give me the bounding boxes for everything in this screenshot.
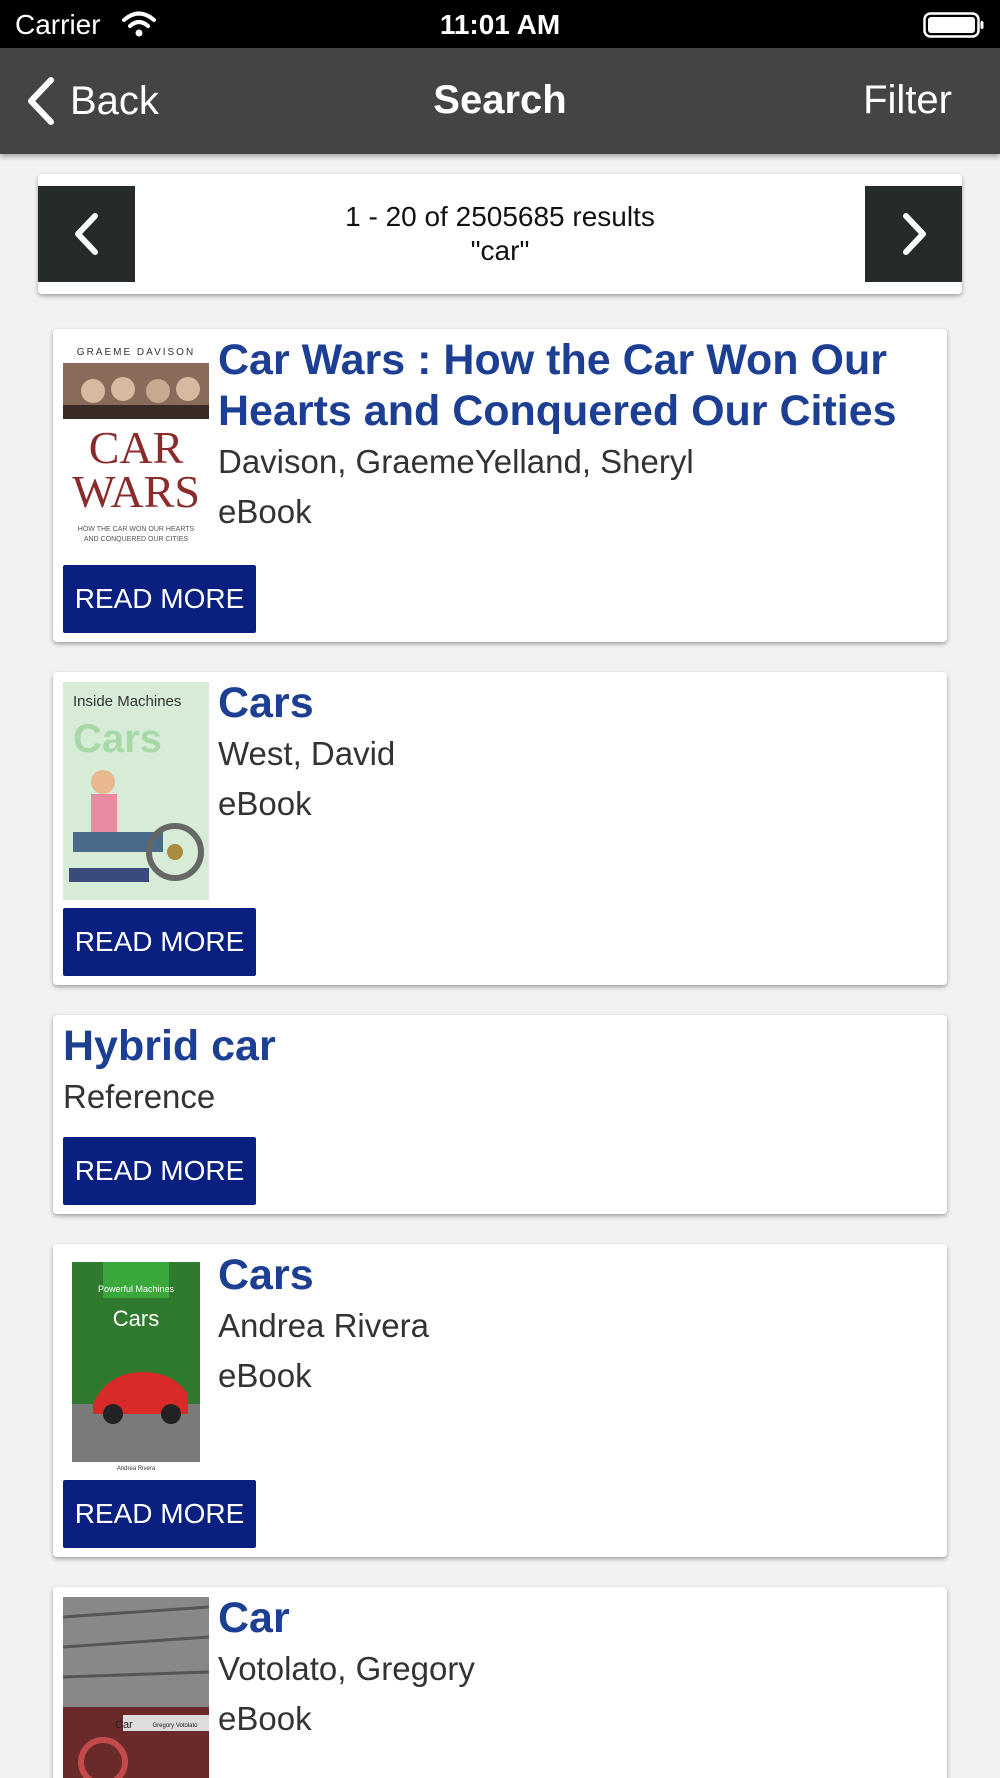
- results-count: 1 - 20 of 2505685 results: [345, 201, 655, 232]
- result-title[interactable]: Cars: [218, 1250, 927, 1301]
- page-title: Search: [433, 78, 567, 122]
- result-format: eBook: [218, 1357, 312, 1394]
- result-card: Inside Machines Cars Cars West, David eB…: [53, 672, 947, 985]
- previous-page-button[interactable]: [38, 186, 135, 282]
- result-format: Reference: [63, 1078, 216, 1115]
- result-author: Votolato, Gregory: [218, 1650, 475, 1687]
- cover-top-text: GRAEME DAVISON: [77, 347, 195, 358]
- next-page-button[interactable]: [865, 186, 962, 282]
- search-query: "car": [470, 235, 530, 266]
- cover-top-text: Inside Machines: [73, 693, 181, 710]
- cover-author: Gregory Votolato: [152, 1723, 198, 1729]
- result-card: GRAEME DAVISON CAR WARS HOW THE CAR WON …: [53, 329, 947, 642]
- result-title[interactable]: Car: [218, 1593, 927, 1644]
- chevron-left-icon: [74, 213, 98, 255]
- result-format: eBook: [218, 785, 312, 822]
- read-more-button[interactable]: READ MORE: [63, 908, 256, 976]
- book-cover-image: Car Gregory Votolato: [63, 1597, 209, 1778]
- cover-sub2: AND CONQUERED OUR CITIES: [84, 536, 189, 543]
- result-title[interactable]: Car Wars : How the Car Won Our Hearts an…: [218, 335, 927, 437]
- read-more-button[interactable]: READ MORE: [63, 565, 256, 633]
- chevron-right-icon: [902, 213, 926, 255]
- results-pager: 1 - 20 of 2505685 results "car": [38, 174, 962, 294]
- read-more-button[interactable]: READ MORE: [63, 1137, 256, 1205]
- result-author: West, David: [218, 735, 396, 772]
- result-card: Car Gregory Votolato Car Votolato, Grego…: [53, 1587, 947, 1778]
- result-format: eBook: [218, 1700, 312, 1737]
- cover-line2: WARS: [72, 466, 200, 517]
- book-cover-image: GRAEME DAVISON CAR WARS HOW THE CAR WON …: [63, 339, 209, 551]
- cover-title: Cars: [73, 717, 162, 761]
- result-card: Powerful Machines Cars Andrea Rivera Car…: [53, 1244, 947, 1557]
- result-format: eBook: [218, 493, 312, 530]
- book-cover-image: Powerful Machines Cars Andrea Rivera: [63, 1254, 209, 1474]
- result-title[interactable]: Cars: [218, 678, 927, 729]
- cover-footer: Andrea Rivera: [117, 1466, 156, 1472]
- cover-title: Car: [115, 1719, 133, 1731]
- status-bar: Carrier 11:01 AM: [0, 0, 1000, 48]
- cover-sub1: HOW THE CAR WON OUR HEARTS: [78, 526, 195, 533]
- navigation-bar: Back Search Filter: [0, 48, 1000, 154]
- book-cover-image: Inside Machines Cars: [63, 682, 209, 900]
- read-more-button[interactable]: READ MORE: [63, 1480, 256, 1548]
- results-summary: 1 - 20 of 2505685 results "car": [138, 200, 862, 268]
- cover-banner: Powerful Machines: [98, 1284, 175, 1294]
- result-title[interactable]: Hybrid car: [63, 1021, 927, 1072]
- cover-title: Cars: [113, 1306, 159, 1331]
- result-card: Hybrid car Reference READ MORE: [53, 1015, 947, 1214]
- result-author: Andrea Rivera: [218, 1307, 429, 1344]
- battery-icon: [923, 12, 984, 38]
- result-author: Davison, GraemeYelland, Sheryl: [218, 443, 694, 480]
- filter-button[interactable]: Filter: [863, 78, 952, 123]
- status-time: 11:01 AM: [439, 9, 561, 40]
